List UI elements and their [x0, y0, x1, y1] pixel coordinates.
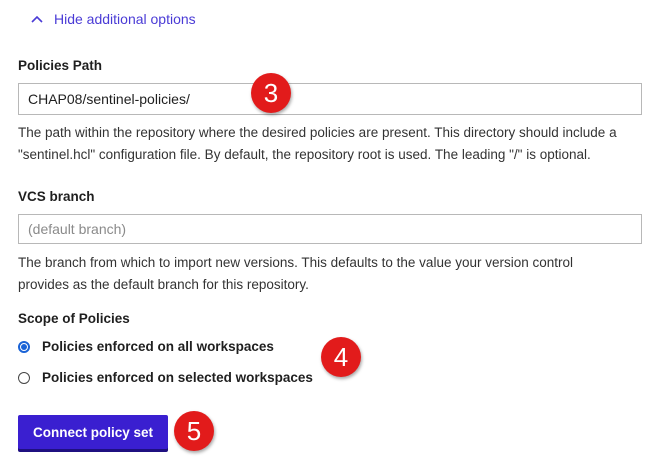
- connect-policy-set-button[interactable]: Connect policy set: [18, 415, 168, 449]
- callout-badge-5: 5: [174, 411, 214, 451]
- scope-option-selected-label: Policies enforced on selected workspaces: [42, 370, 313, 385]
- radio-selected-workspaces[interactable]: [18, 371, 30, 384]
- callout-badge-3: 3: [251, 73, 291, 113]
- radio-all-workspaces[interactable]: [18, 340, 30, 353]
- scope-option-all-label: Policies enforced on all workspaces: [42, 339, 274, 354]
- policies-path-help: The path within the repository where the…: [18, 125, 617, 162]
- toggle-label: Hide additional options: [54, 11, 196, 27]
- scope-option-all[interactable]: Policies enforced on all workspaces: [18, 339, 274, 354]
- vcs-branch-help: The branch from which to import new vers…: [18, 255, 574, 292]
- vcs-branch-label: VCS branch: [18, 189, 95, 204]
- vcs-branch-input[interactable]: [18, 214, 642, 244]
- chevron-up-icon: [30, 12, 44, 26]
- callout-badge-4: 4: [321, 337, 361, 377]
- hide-additional-options-toggle[interactable]: Hide additional options: [30, 10, 196, 28]
- scope-of-policies-label: Scope of Policies: [18, 311, 130, 326]
- scope-option-selected[interactable]: Policies enforced on selected workspaces: [18, 370, 313, 385]
- policies-path-input[interactable]: [18, 83, 642, 115]
- policies-path-label: Policies Path: [18, 58, 103, 73]
